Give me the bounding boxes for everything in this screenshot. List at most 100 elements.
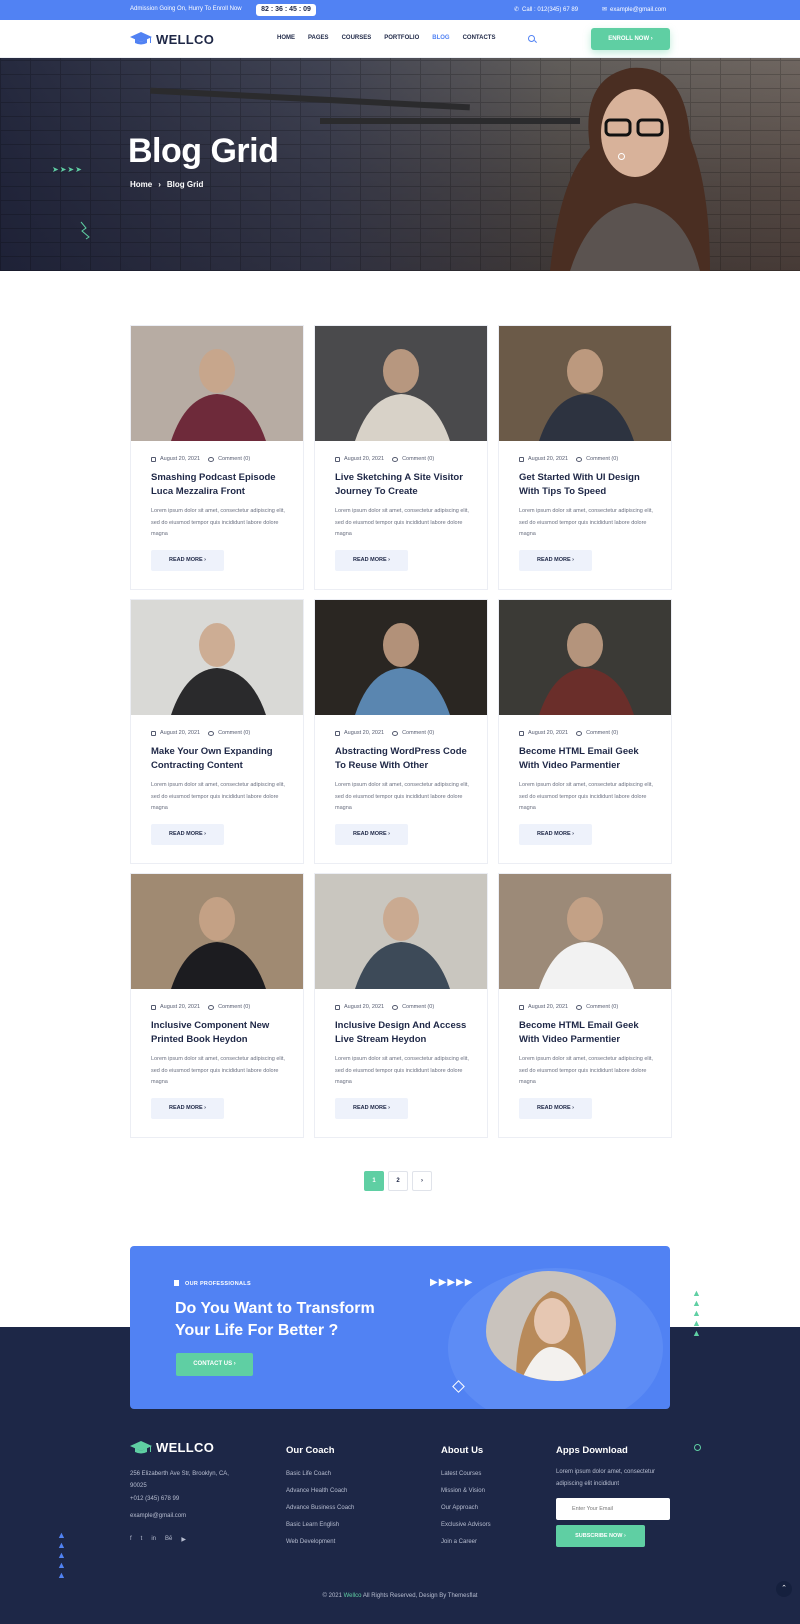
blog-card[interactable]: August 20, 2021 Comment (0) Make Your Own … (130, 599, 304, 864)
site-logo[interactable]: WELLCO (130, 29, 214, 49)
newsletter-email-input[interactable]: Enter Your Email (556, 1498, 670, 1520)
blog-card[interactable]: August 20, 2021 Comment (0) Inclusive Comp… (130, 873, 304, 1138)
calendar-icon (519, 1004, 524, 1010)
footer-phone[interactable]: +012 (345) 678 99 (130, 1496, 179, 1502)
nav-home[interactable]: HOME (277, 35, 295, 41)
blog-thumbnail-image[interactable] (131, 326, 303, 441)
post-title[interactable]: Inclusive Design And Access Live Stream … (335, 1019, 475, 1047)
read-more-button[interactable]: READ MORE › (519, 550, 592, 571)
nav-blog[interactable]: BLOG (432, 35, 449, 41)
post-title[interactable]: Smashing Podcast Episode Luca Mezzalira … (151, 471, 291, 499)
facebook-icon[interactable]: f (130, 1536, 132, 1543)
read-more-label: READ MORE (169, 557, 203, 563)
nav-courses[interactable]: COURSES (342, 35, 372, 41)
topbar-phone[interactable]: ✆ Call : 012(345) 67 89 (514, 6, 578, 13)
blog-thumbnail-image[interactable] (499, 326, 671, 441)
footer-email[interactable]: example@gmail.com (130, 1513, 186, 1519)
blog-card[interactable]: August 20, 2021 Comment (0) Abstracting Wo… (314, 599, 488, 864)
read-more-button[interactable]: READ MORE › (151, 1098, 224, 1119)
read-more-button[interactable]: READ MORE › (335, 550, 408, 571)
post-title[interactable]: Get Started With UI Design With Tips To … (519, 471, 659, 499)
read-more-button[interactable]: READ MORE › (335, 824, 408, 845)
read-more-label: READ MORE (537, 831, 571, 837)
footer-logo[interactable]: WELLCO (130, 1440, 214, 1455)
breadcrumb-current: Blog Grid (166, 180, 204, 189)
read-more-button[interactable]: READ MORE › (335, 1098, 408, 1119)
post-comments[interactable]: Comment (0) (586, 730, 618, 736)
about-link[interactable]: Exclusive Advisors (441, 1517, 491, 1534)
blog-card[interactable]: August 20, 2021 Comment (0) Become HTML Em… (498, 873, 672, 1138)
blog-thumbnail-image[interactable] (315, 874, 487, 989)
nav-portfolio[interactable]: PORTFOLIO (384, 35, 419, 41)
enroll-now-button[interactable]: ENROLL NOW › (591, 28, 670, 50)
post-title[interactable]: Inclusive Component New Printed Book Hey… (151, 1019, 291, 1047)
post-comments[interactable]: Comment (0) (218, 456, 250, 462)
post-comments[interactable]: Comment (0) (402, 730, 434, 736)
behance-icon[interactable]: Bē (165, 1536, 172, 1543)
twitter-icon[interactable]: t (141, 1536, 143, 1543)
search-icon[interactable] (528, 35, 535, 42)
read-more-button[interactable]: READ MORE › (519, 1098, 592, 1119)
coach-link[interactable]: Advance Business Coach (286, 1500, 354, 1517)
blog-thumbnail-image[interactable] (499, 874, 671, 989)
about-link[interactable]: Mission & Vision (441, 1483, 491, 1500)
post-comments[interactable]: Comment (0) (586, 1004, 618, 1010)
blog-card[interactable]: August 20, 2021 Comment (0) Inclusive Desi… (314, 873, 488, 1138)
subscribe-now-button[interactable]: SUBSCRIBE NOW › (556, 1525, 645, 1547)
top-bar: Admission Going On, Hurry To Enroll Now … (0, 0, 800, 20)
breadcrumb-home[interactable]: Home (130, 180, 152, 189)
read-more-button[interactable]: READ MORE › (151, 824, 224, 845)
blog-card[interactable]: August 20, 2021 Comment (0) Smashing Podca… (130, 325, 304, 590)
post-title[interactable]: Make Your Own Expanding Contracting Cont… (151, 745, 291, 773)
blog-card[interactable]: August 20, 2021 Comment (0) Become HTML Em… (498, 599, 672, 864)
about-link[interactable]: Latest Courses (441, 1466, 491, 1483)
post-excerpt: Lorem ipsum dolor sit amet, consectetur … (151, 508, 285, 537)
copyright-brand[interactable]: Wellco (344, 1593, 362, 1599)
post-comments[interactable]: Comment (0) (218, 1004, 250, 1010)
page-1[interactable]: 1 (364, 1171, 384, 1191)
post-comments[interactable]: Comment (0) (402, 1004, 434, 1010)
linkedin-icon[interactable]: in (151, 1536, 156, 1543)
decor-circle (618, 153, 625, 160)
post-title[interactable]: Live Sketching A Site Visitor Journey To… (335, 471, 475, 499)
blog-card[interactable]: August 20, 2021 Comment (0) Get Started Wi… (498, 325, 672, 590)
coach-link[interactable]: Basic Learn English (286, 1517, 354, 1534)
post-title[interactable]: Become HTML Email Geek With Video Parmen… (519, 745, 659, 773)
comment-icon (208, 730, 215, 736)
coach-link[interactable]: Basic Life Coach (286, 1466, 354, 1483)
comment-icon (576, 730, 583, 736)
post-comments[interactable]: Comment (0) (586, 456, 618, 462)
blog-card[interactable]: August 20, 2021 Comment (0) Live Sketching… (314, 325, 488, 590)
main-nav: HOME PAGES COURSES PORTFOLIO BLOG CONTAC… (277, 35, 508, 41)
about-link[interactable]: Join a Career (441, 1534, 491, 1551)
nav-contacts[interactable]: CONTACTS (463, 35, 496, 41)
blog-thumbnail-image[interactable] (499, 600, 671, 715)
about-link[interactable]: Our Approach (441, 1500, 491, 1517)
scroll-to-top-button[interactable]: ⌃ (776, 1581, 792, 1597)
topbar-email[interactable]: ✉ example@gmail.com (602, 6, 666, 13)
nav-pages[interactable]: PAGES (308, 35, 329, 41)
post-date: August 20, 2021 (528, 456, 569, 462)
page-2[interactable]: 2 (388, 1171, 408, 1191)
post-date: August 20, 2021 (344, 456, 385, 462)
youtube-icon[interactable]: ▶ (181, 1536, 186, 1543)
read-more-button[interactable]: READ MORE › (519, 824, 592, 845)
next-page-button[interactable]: › (412, 1171, 432, 1191)
post-date: August 20, 2021 (160, 1004, 201, 1010)
post-meta: August 20, 2021 Comment (0) (519, 456, 618, 462)
calendar-icon (151, 456, 156, 462)
blog-thumbnail-image[interactable] (131, 874, 303, 989)
blog-thumbnail-image[interactable] (131, 600, 303, 715)
read-more-button[interactable]: READ MORE › (151, 550, 224, 571)
blog-thumbnail-image[interactable] (315, 600, 487, 715)
contact-us-button[interactable]: CONTACT US › (176, 1353, 253, 1376)
post-title[interactable]: Abstracting WordPress Code To Reuse With… (335, 745, 475, 773)
post-title[interactable]: Become HTML Email Geek With Video Parmen… (519, 1019, 659, 1047)
coach-link[interactable]: Advance Health Coach (286, 1483, 354, 1500)
post-comments[interactable]: Comment (0) (218, 730, 250, 736)
graduation-cap-icon (130, 1440, 152, 1453)
post-comments[interactable]: Comment (0) (402, 456, 434, 462)
read-more-label: READ MORE (353, 1105, 387, 1111)
coach-link[interactable]: Web Development (286, 1534, 354, 1551)
blog-thumbnail-image[interactable] (315, 326, 487, 441)
